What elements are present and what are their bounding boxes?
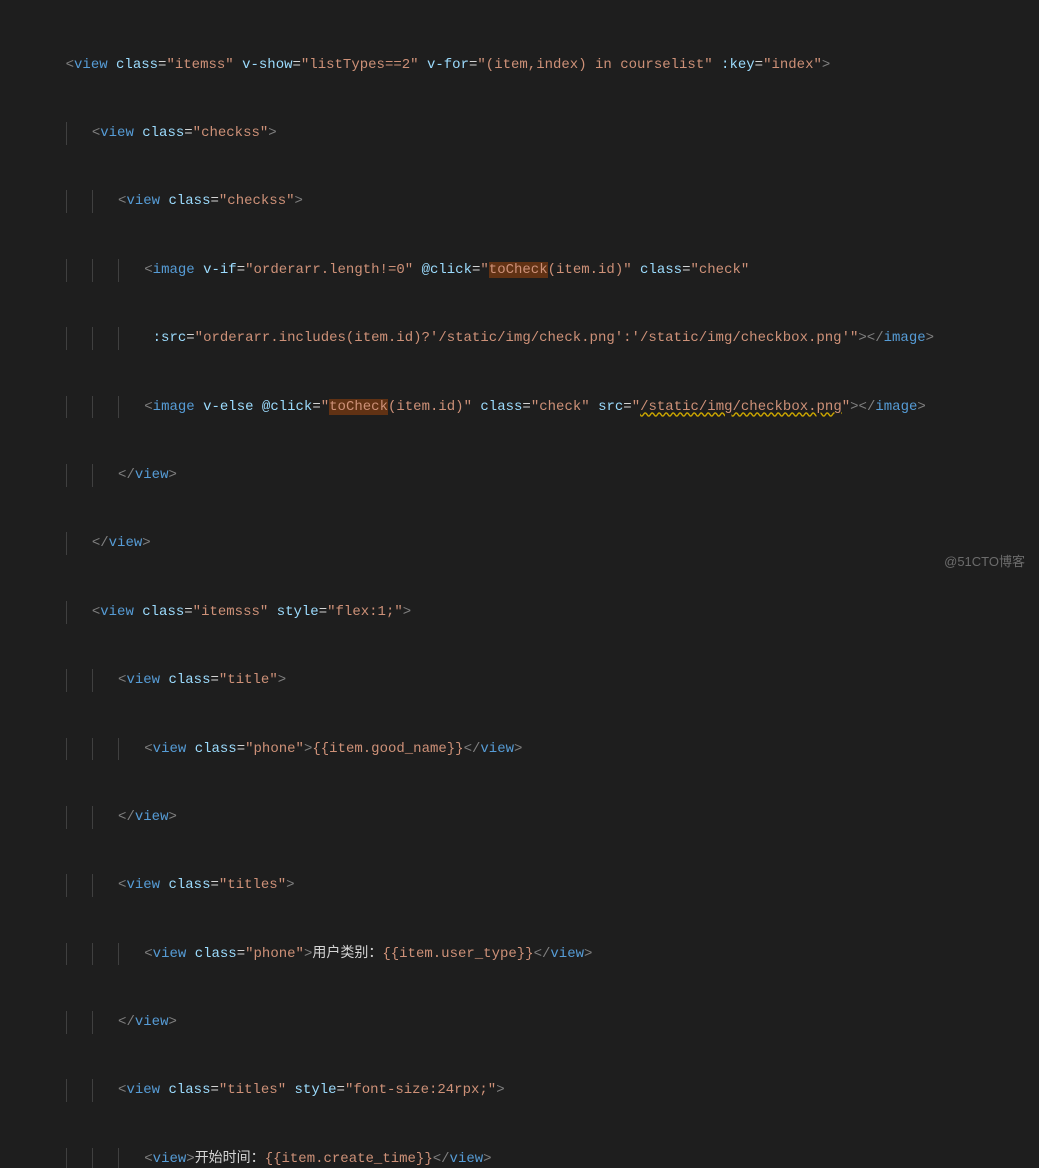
code-line[interactable]: <view class="phone">用户类别：{{item.user_typ… (32, 943, 1039, 966)
code-line[interactable]: <image v-if="orderarr.length!=0" @click=… (32, 259, 1039, 282)
code-editor[interactable]: <view class="itemss" v-show="listTypes==… (0, 0, 1039, 1168)
code-line[interactable]: <view class="checkss"> (32, 122, 1039, 145)
code-line[interactable]: <view class="titles" style="font-size:24… (32, 1079, 1039, 1102)
code-line[interactable]: </view> (32, 1011, 1039, 1034)
highlight-tocheck: toCheck (329, 399, 388, 415)
code-line[interactable]: <view class="phone">{{item.good_name}}</… (32, 738, 1039, 761)
watermark-label: @51CTO博客 (944, 551, 1025, 574)
code-line[interactable]: <view class="itemsss" style="flex:1;"> (32, 601, 1039, 624)
code-line[interactable]: </view> (32, 532, 1039, 555)
code-line[interactable]: <view class="titles"> (32, 874, 1039, 897)
code-line[interactable]: <image v-else @click="toCheck(item.id)" … (32, 396, 1039, 419)
highlight-tocheck: toCheck (489, 262, 548, 278)
code-line[interactable]: <view class="title"> (32, 669, 1039, 692)
code-line[interactable]: <view class="checkss"> (32, 190, 1039, 213)
code-line[interactable]: :src="orderarr.includes(item.id)?'/stati… (32, 327, 1039, 350)
code-line[interactable]: <view>开始时间：{{item.create_time}}</view> (32, 1148, 1039, 1168)
code-line[interactable]: <view class="itemss" v-show="listTypes==… (32, 54, 1039, 77)
code-line[interactable]: </view> (32, 464, 1039, 487)
code-line[interactable]: </view> (32, 806, 1039, 829)
